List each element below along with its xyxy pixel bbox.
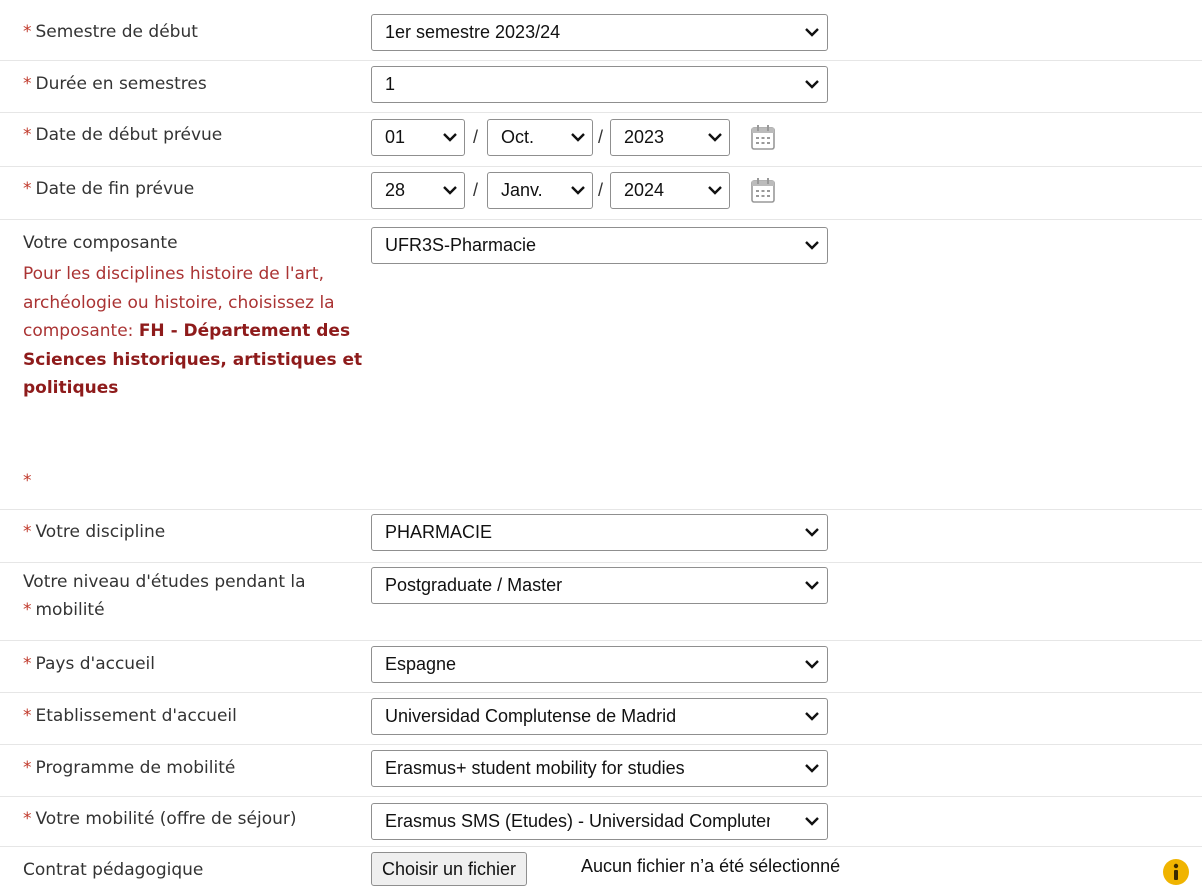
row-date-debut: * Date de début prévue 01 / Oct. / 2023 (0, 113, 1202, 167)
required-marker: * (23, 471, 32, 491)
select-discipline[interactable]: PHARMACIE (371, 514, 828, 551)
info-icon[interactable] (1162, 858, 1190, 886)
required-marker: * (23, 600, 32, 620)
date-separator: / (598, 180, 604, 200)
select-date-fin-day[interactable]: 28 (371, 172, 465, 209)
required-marker: * (23, 125, 32, 145)
chevron-down-icon (805, 241, 819, 250)
chevron-down-icon (805, 764, 819, 773)
label-mobilite: * Votre mobilité (offre de séjour) (23, 809, 297, 829)
select-programme[interactable]: Erasmus+ student mobility for studies (371, 750, 828, 787)
required-marker: * (23, 179, 32, 199)
select-date-fin-month[interactable]: Janv. (487, 172, 593, 209)
row-pays: * Pays d'accueil Espagne (0, 641, 1202, 693)
required-marker: * (23, 706, 32, 726)
chevron-down-icon (571, 133, 585, 142)
file-status-text: Aucun fichier n’a été sélectionné (581, 856, 841, 876)
calendar-icon[interactable] (750, 123, 776, 151)
row-duree: * Durée en semestres 1 (0, 61, 1202, 113)
row-discipline: * Votre discipline PHARMACIE (0, 510, 1202, 563)
label-semestre-debut: * Semestre de début (23, 22, 198, 42)
calendar-icon[interactable] (750, 176, 776, 204)
row-niveau: Votre niveau d'études pendant la * mobili… (0, 563, 1202, 641)
chevron-down-icon (708, 133, 722, 142)
select-date-fin-year[interactable]: 2024 (610, 172, 730, 209)
label-date-fin: * Date de fin prévue (23, 179, 195, 199)
label-pays: * Pays d'accueil (23, 654, 155, 674)
label-duree: * Durée en semestres (23, 74, 207, 94)
mobility-form: * Semestre de début 1er semestre 2023/24 … (0, 0, 1202, 886)
select-date-debut-month[interactable]: Oct. (487, 119, 593, 156)
required-marker: * (23, 758, 32, 778)
chevron-down-icon (805, 660, 819, 669)
date-separator: / (473, 180, 479, 200)
chevron-down-icon (805, 817, 819, 826)
label-niveau: Votre niveau d'études pendant la * mobili… (23, 572, 306, 620)
row-programme: * Programme de mobilité Erasmus+ student … (0, 745, 1202, 797)
date-separator: / (598, 127, 604, 147)
chevron-down-icon (805, 528, 819, 537)
select-mobilite[interactable]: Erasmus SMS (Etudes) - Universidad Compl… (371, 803, 828, 840)
chevron-down-icon (805, 581, 819, 590)
row-semestre-debut: * Semestre de début 1er semestre 2023/24 (0, 0, 1202, 61)
select-etablissement[interactable]: Universidad Complutense de Madrid (371, 698, 828, 735)
label-programme: * Programme de mobilité (23, 758, 236, 778)
select-pays[interactable]: Espagne (371, 646, 828, 683)
required-marker: * (23, 22, 32, 42)
row-mobilite: * Votre mobilité (offre de séjour) Erasmu… (0, 797, 1202, 847)
select-niveau[interactable]: Postgraduate / Master (371, 567, 828, 604)
select-date-debut-year[interactable]: 2023 (610, 119, 730, 156)
row-date-fin: * Date de fin prévue 28 / Janv. / 2024 (0, 167, 1202, 220)
select-composante[interactable]: UFR3S-Pharmacie (371, 227, 828, 264)
required-marker: * (23, 654, 32, 674)
chevron-down-icon (805, 712, 819, 721)
label-discipline: * Votre discipline (23, 522, 166, 542)
chevron-down-icon (443, 133, 457, 142)
label-contrat: Contrat pédagogique (23, 860, 204, 880)
chevron-down-icon (708, 186, 722, 195)
select-semestre-debut[interactable]: 1er semestre 2023/24 (371, 14, 828, 51)
required-marker: * (23, 74, 32, 94)
chevron-down-icon (805, 80, 819, 89)
label-composante: Votre composante (23, 233, 178, 253)
composante-help-note: Pour les disciplines histoire de l'art, … (23, 264, 363, 399)
label-date-debut: * Date de début prévue (23, 125, 223, 145)
chevron-down-icon (805, 28, 819, 37)
required-marker: * (23, 522, 32, 542)
date-separator: / (473, 127, 479, 147)
required-marker: * (23, 809, 32, 829)
select-date-debut-day[interactable]: 01 (371, 119, 465, 156)
choose-file-button[interactable]: Choisir un fichier (371, 852, 528, 886)
row-etablissement: * Etablissement d'accueil Universidad Com… (0, 693, 1202, 745)
chevron-down-icon (571, 186, 585, 195)
row-composante: Votre composante UFR3S-Pharmacie Pour le… (0, 220, 1202, 510)
label-etablissement: * Etablissement d'accueil (23, 706, 237, 726)
chevron-down-icon (443, 186, 457, 195)
select-duree[interactable]: 1 (371, 66, 828, 103)
